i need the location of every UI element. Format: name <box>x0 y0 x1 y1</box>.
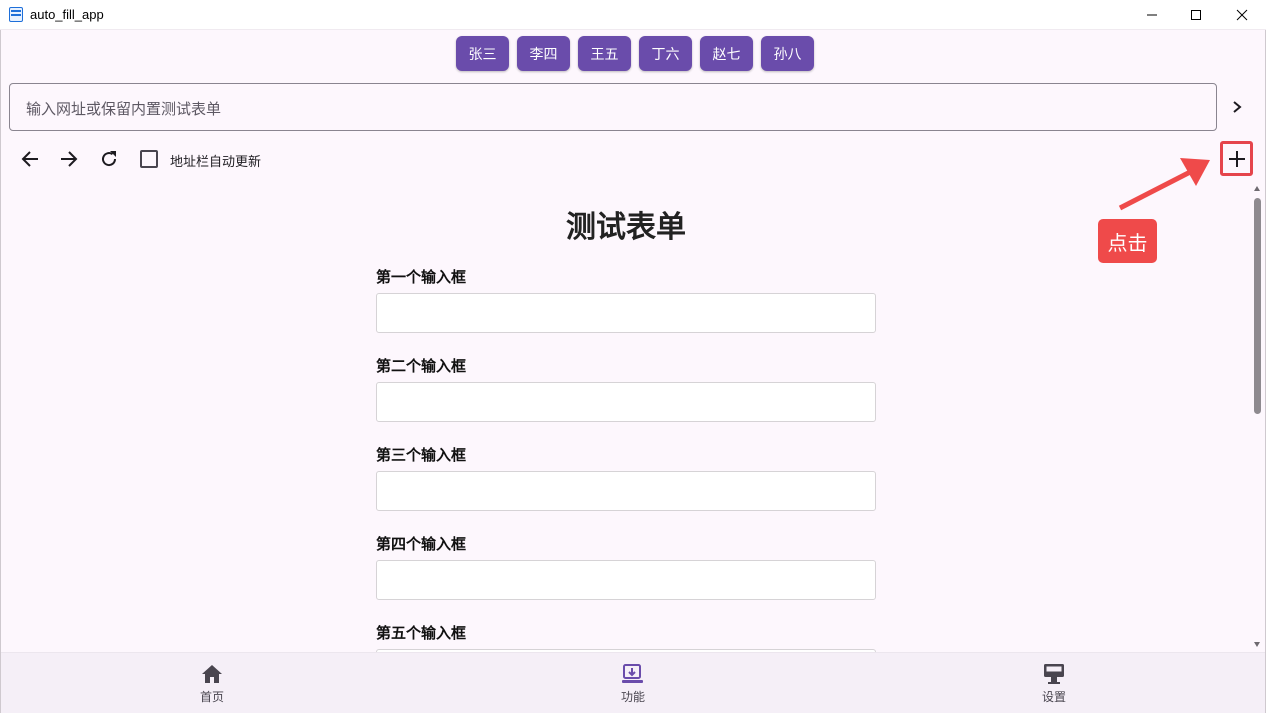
refresh-icon <box>102 151 117 167</box>
field-label-4: 第四个输入框 <box>376 535 467 553</box>
scrollbar-thumb[interactable] <box>1254 198 1261 414</box>
bottom-navigation: 首页 功能 设置 <box>1 652 1265 713</box>
add-button[interactable] <box>1220 141 1253 176</box>
url-input[interactable]: 输入网址或保留内置测试表单 <box>9 83 1217 131</box>
nav-item-function-label: 功能 <box>620 690 645 704</box>
maximize-icon <box>1191 10 1201 20</box>
arrow-left-icon <box>21 151 38 167</box>
forward-button[interactable] <box>57 147 81 171</box>
chip-name-5[interactable]: 赵七 <box>700 36 753 71</box>
chip-name-3[interactable]: 王五 <box>578 36 631 71</box>
nav-item-function[interactable]: 功能 <box>593 653 673 713</box>
field-input-1[interactable] <box>376 293 876 333</box>
webview-content: 测试表单 第一个输入框 第二个输入框 第三个输入框 第四个输入框 第五个输入框 <box>1 190 1251 652</box>
window-title: auto_fill_app <box>30 7 104 22</box>
back-button[interactable] <box>18 147 42 171</box>
minimize-button[interactable] <box>1129 0 1175 30</box>
close-button[interactable] <box>1219 0 1265 30</box>
chip-name-2[interactable]: 李四 <box>517 36 570 71</box>
close-icon <box>1236 9 1248 21</box>
nav-item-settings-label: 设置 <box>1041 690 1066 704</box>
maximize-button[interactable] <box>1173 0 1219 30</box>
nav-item-home[interactable]: 首页 <box>172 653 252 713</box>
arrow-right-icon <box>61 151 78 167</box>
window-titlebar: auto_fill_app <box>0 0 1266 30</box>
auto-update-checkbox[interactable] <box>140 150 158 168</box>
chip-name-6[interactable]: 孙八 <box>761 36 814 71</box>
go-button[interactable] <box>1226 95 1248 119</box>
scroll-down-icon[interactable] <box>1253 640 1261 648</box>
field-input-4[interactable] <box>376 560 876 600</box>
url-input-placeholder: 输入网址或保留内置测试表单 <box>26 100 222 118</box>
form-title: 测试表单 <box>566 210 686 245</box>
chip-name-4[interactable]: 丁六 <box>639 36 692 71</box>
home-icon <box>202 665 222 683</box>
field-label-1: 第一个输入框 <box>376 268 467 286</box>
plus-icon <box>1228 150 1245 167</box>
chevron-right-icon <box>1233 101 1242 113</box>
field-label-5: 第五个输入框 <box>376 624 467 642</box>
minimize-icon <box>1147 14 1157 16</box>
nav-item-settings[interactable]: 设置 <box>1014 653 1094 713</box>
function-icon <box>622 664 643 683</box>
nav-item-home-label: 首页 <box>199 690 224 704</box>
app-window-icon <box>9 7 23 22</box>
auto-update-label: 地址栏自动更新 <box>170 155 262 170</box>
field-input-2[interactable] <box>376 382 876 422</box>
name-chip-row: 张三 李四 王五 丁六 赵七 孙八 <box>456 36 814 71</box>
settings-monitor-icon <box>1044 664 1064 684</box>
field-label-2: 第二个输入框 <box>376 357 467 375</box>
reload-button[interactable] <box>97 147 121 171</box>
scroll-up-icon[interactable] <box>1253 185 1261 193</box>
chip-name-1[interactable]: 张三 <box>456 36 509 71</box>
field-input-3[interactable] <box>376 471 876 511</box>
field-label-3: 第三个输入框 <box>376 446 467 464</box>
